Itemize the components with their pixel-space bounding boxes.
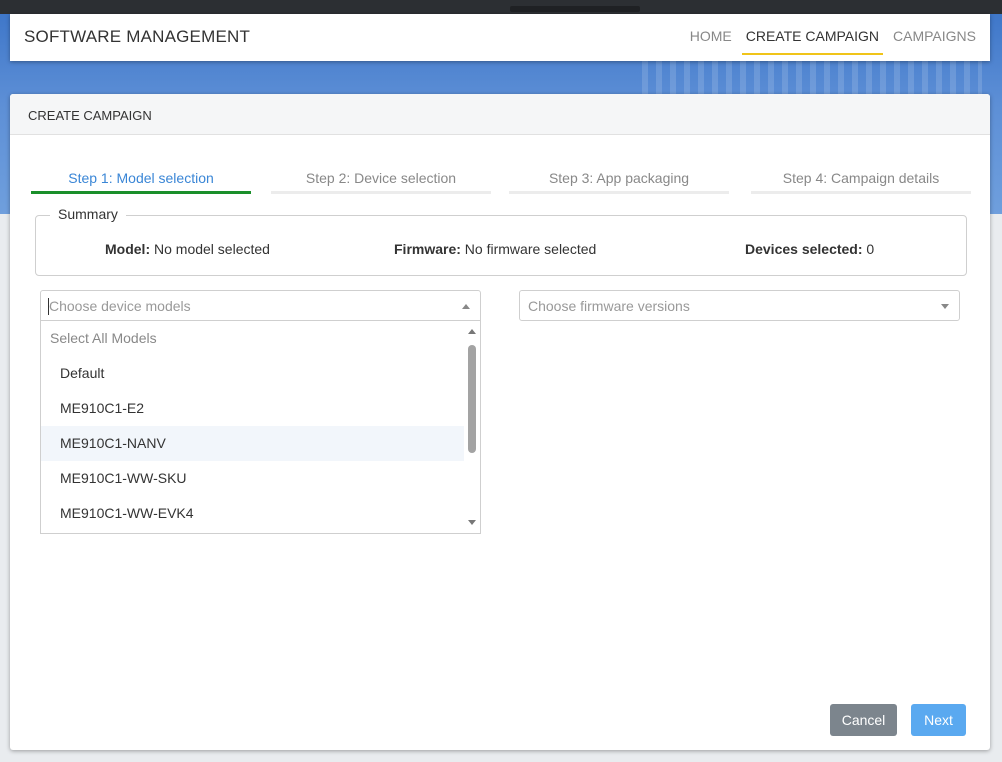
next-button[interactable]: Next <box>911 704 966 736</box>
nav-campaigns[interactable]: CAMPAIGNS <box>889 14 980 61</box>
device-models-placeholder: Choose device models <box>49 298 191 314</box>
main-nav: HOME CREATE CAMPAIGN CAMPAIGNS <box>680 14 980 61</box>
nav-home[interactable]: HOME <box>686 14 736 61</box>
step-app-packaging[interactable]: Step 3: App packaging <box>509 170 729 194</box>
summary-legend: Summary <box>50 206 126 222</box>
model-option-me910c1-ww-sku[interactable]: ME910C1-WW-SKU <box>41 461 465 496</box>
summary-firmware-value: No firmware selected <box>460 241 597 257</box>
scroll-down-arrow-icon[interactable] <box>468 520 476 525</box>
summary-model-value: No model selected <box>150 241 270 257</box>
card-header: CREATE CAMPAIGN <box>10 94 990 135</box>
model-option-default[interactable]: Default <box>41 356 465 391</box>
device-models-dropdown: Select All Models Default ME910C1-E2 ME9… <box>40 321 481 534</box>
summary-firmware-label: Firmware: <box>394 241 461 257</box>
cancel-button[interactable]: Cancel <box>830 704 897 736</box>
step-model-selection[interactable]: Step 1: Model selection <box>31 170 251 194</box>
chevron-down-icon[interactable] <box>941 304 949 309</box>
summary-devices-label: Devices selected: <box>745 241 863 257</box>
summary-devices-value: 0 <box>862 241 875 257</box>
chevron-up-icon[interactable] <box>462 304 470 309</box>
scrollbar-thumb[interactable] <box>468 345 476 453</box>
step-device-selection[interactable]: Step 2: Device selection <box>271 170 491 194</box>
dropdown-scrollbar[interactable] <box>464 321 480 533</box>
browser-top-strip <box>0 0 1002 14</box>
app-title: SOFTWARE MANAGEMENT <box>24 27 251 46</box>
summary-firmware: Firmware: No firmware selected <box>394 241 596 257</box>
firmware-versions-select[interactable]: Choose firmware versions <box>519 290 960 321</box>
scroll-up-arrow-icon[interactable] <box>468 329 476 334</box>
firmware-versions-placeholder: Choose firmware versions <box>528 298 690 314</box>
top-notch <box>510 6 640 12</box>
model-option-me910c1-ww-evk4[interactable]: ME910C1-WW-EVK4 <box>41 496 465 531</box>
navbar: SOFTWARE MANAGEMENT HOME CREATE CAMPAIGN… <box>10 14 990 61</box>
stepper: Step 1: Model selection Step 2: Device s… <box>31 170 971 194</box>
nav-create-campaign[interactable]: CREATE CAMPAIGN <box>741 14 884 61</box>
model-option-me910c1-nanv[interactable]: ME910C1-NANV <box>41 426 465 461</box>
select-all-models-option[interactable]: Select All Models <box>41 321 465 356</box>
summary-model-label: Model: <box>105 241 151 257</box>
create-campaign-card: CREATE CAMPAIGN Step 1: Model selection … <box>10 94 990 750</box>
summary-box: Summary Model: No model selected Firmwar… <box>35 206 967 276</box>
card-title: CREATE CAMPAIGN <box>28 108 152 123</box>
device-models-select[interactable]: Choose device models <box>40 290 481 321</box>
summary-devices: Devices selected: 0 <box>745 241 874 257</box>
step-campaign-details[interactable]: Step 4: Campaign details <box>751 170 971 194</box>
summary-model: Model: No model selected <box>105 241 270 257</box>
model-option-me910c1-e2[interactable]: ME910C1-E2 <box>41 391 465 426</box>
